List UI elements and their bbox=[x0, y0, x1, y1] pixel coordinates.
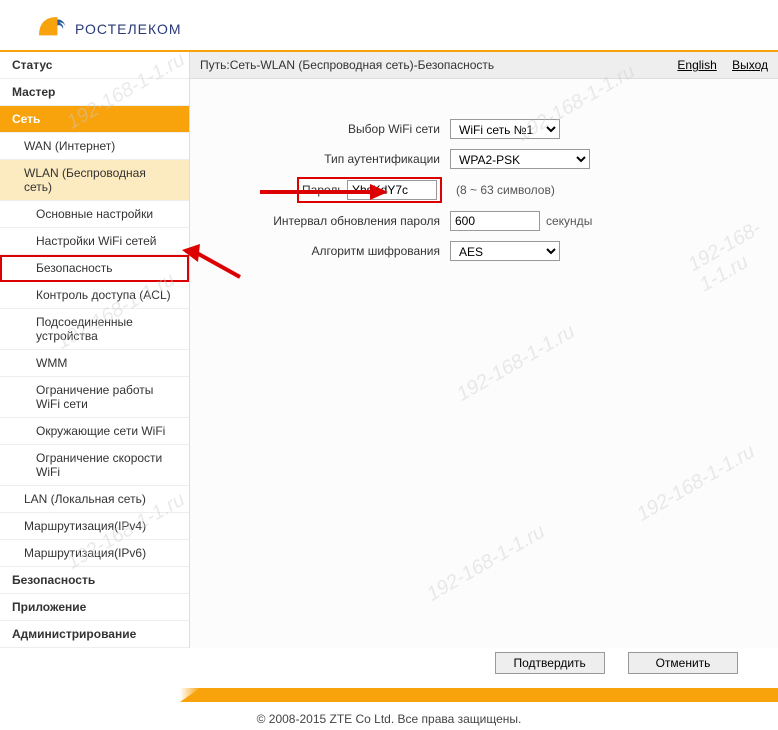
interval-unit: секунды bbox=[546, 214, 592, 228]
sidebar-item-surround[interactable]: Окружающие сети WiFi bbox=[0, 418, 189, 445]
logo-text: РОСТЕЛЕКОМ bbox=[75, 21, 182, 37]
interval-input[interactable] bbox=[450, 211, 540, 231]
auth-label: Тип аутентификации bbox=[210, 152, 450, 166]
logo-bar: РОСТЕЛЕКОМ bbox=[0, 0, 778, 50]
sidebar-item-master[interactable]: Мастер bbox=[0, 79, 189, 106]
enc-select[interactable]: AES bbox=[450, 241, 560, 261]
sidebar-item-sec-section[interactable]: Безопасность bbox=[0, 567, 189, 594]
sidebar-item-status[interactable]: Статус bbox=[0, 52, 189, 79]
watermark: 192-168-1-1.ru bbox=[453, 320, 579, 406]
breadcrumb: Путь:Сеть-WLAN (Беспроводная сеть)-Безоп… bbox=[200, 58, 494, 72]
sidebar-item-wlan[interactable]: WLAN (Беспроводная сеть) bbox=[0, 160, 189, 201]
ssid-label: Выбор WiFi сети bbox=[210, 122, 450, 136]
english-link[interactable]: English bbox=[677, 58, 716, 72]
cancel-button[interactable]: Отменить bbox=[628, 652, 738, 674]
sidebar: Статус Мастер Сеть WAN (Интернет) WLAN (… bbox=[0, 52, 190, 648]
exit-link[interactable]: Выход bbox=[732, 58, 768, 72]
enc-label: Алгоритм шифрования bbox=[210, 244, 450, 258]
pass-label: Пароль bbox=[302, 183, 344, 197]
sidebar-item-wan[interactable]: WAN (Интернет) bbox=[0, 133, 189, 160]
sidebar-item-ipv4[interactable]: Маршрутизация(IPv4) bbox=[0, 513, 189, 540]
pass-hint: (8 ~ 63 символов) bbox=[456, 183, 555, 197]
submit-button[interactable]: Подтвердить bbox=[495, 652, 605, 674]
pass-label-wrap: Пароль bbox=[210, 179, 450, 201]
password-input[interactable] bbox=[347, 180, 437, 200]
copyright: © 2008-2015 ZTE Co Ltd. Все права защище… bbox=[0, 702, 778, 730]
footer-buttons: Подтвердить Отменить bbox=[0, 648, 778, 678]
rostelecom-logo-icon bbox=[35, 13, 67, 45]
sidebar-item-wifi-settings[interactable]: Настройки WiFi сетей bbox=[0, 228, 189, 255]
interval-label: Интервал обновления пароля bbox=[210, 214, 450, 228]
sidebar-item-restrict[interactable]: Ограничение работы WiFi сети bbox=[0, 377, 189, 418]
watermark: 192-168-1-1.ru bbox=[423, 520, 549, 606]
watermark: 192-168-1-1.ru bbox=[633, 440, 759, 526]
sidebar-item-assoc[interactable]: Подсоединенные устройства bbox=[0, 309, 189, 350]
sidebar-item-lan[interactable]: LAN (Локальная сеть) bbox=[0, 486, 189, 513]
ssid-select[interactable]: WiFi сеть №1 bbox=[450, 119, 560, 139]
sidebar-item-wmm[interactable]: WMM bbox=[0, 350, 189, 377]
sidebar-item-admin[interactable]: Администрирование bbox=[0, 621, 189, 648]
sidebar-item-ipv6[interactable]: Маршрутизация(IPv6) bbox=[0, 540, 189, 567]
sidebar-item-acl[interactable]: Контроль доступа (ACL) bbox=[0, 282, 189, 309]
form-area: Выбор WiFi сети WiFi сеть №1 Тип аутенти… bbox=[190, 79, 778, 291]
footer-stripe bbox=[0, 688, 778, 702]
sidebar-item-security[interactable]: Безопасность bbox=[0, 255, 189, 282]
sidebar-item-app[interactable]: Приложение bbox=[0, 594, 189, 621]
sidebar-item-network[interactable]: Сеть bbox=[0, 106, 189, 133]
content-area: Путь:Сеть-WLAN (Беспроводная сеть)-Безоп… bbox=[190, 52, 778, 648]
sidebar-item-basic[interactable]: Основные настройки bbox=[0, 201, 189, 228]
auth-select[interactable]: WPA2-PSK bbox=[450, 149, 590, 169]
breadcrumb-bar: Путь:Сеть-WLAN (Беспроводная сеть)-Безоп… bbox=[190, 52, 778, 79]
sidebar-item-speed[interactable]: Ограничение скорости WiFi bbox=[0, 445, 189, 486]
